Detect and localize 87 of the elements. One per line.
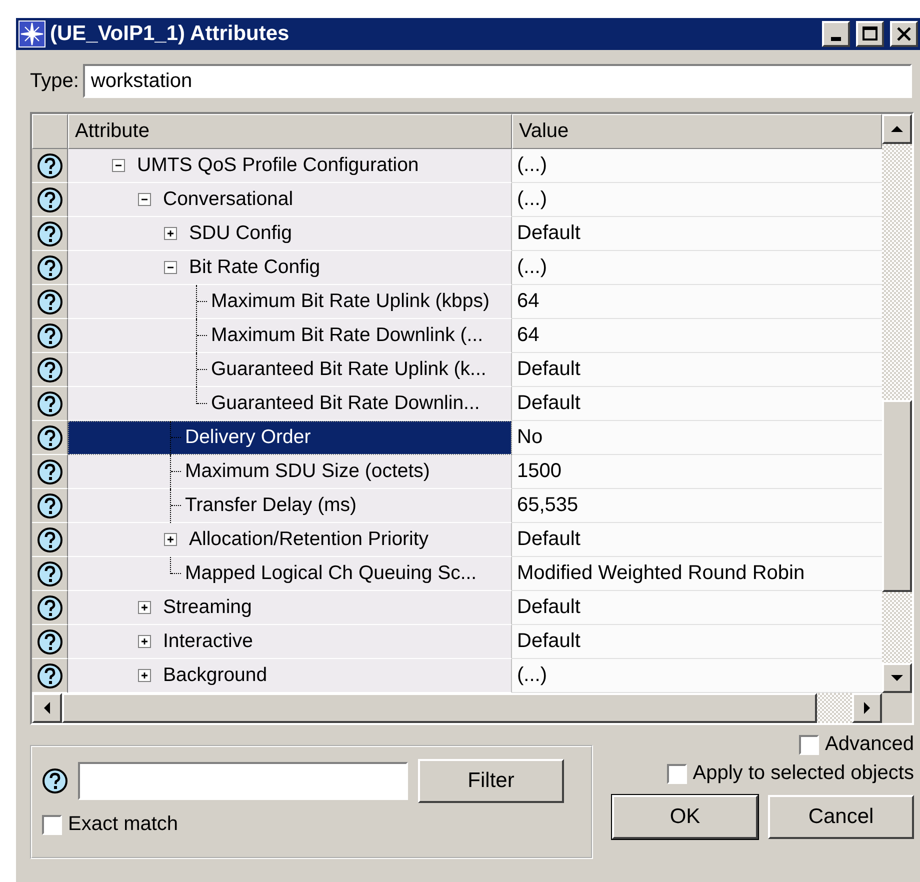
minimize-button[interactable] [822,21,850,47]
help-icon [36,288,62,314]
attribute-cell[interactable]: UMTS QoS Profile Configuration [68,149,512,183]
help-icon [36,628,62,654]
scroll-left-button[interactable] [32,693,62,723]
value-cell[interactable]: Default [512,353,882,387]
type-label: Type: [30,70,79,92]
attribute-cell[interactable]: SDU Config [68,217,512,251]
dialog-button[interactable]: OK [612,795,758,839]
column-header[interactable]: Value [512,114,882,149]
help-icon [36,458,62,484]
value-cell[interactable]: (...) [512,149,882,183]
value-cell[interactable]: (...) [512,183,882,217]
value-cell[interactable]: No [512,421,882,455]
scrollbar-corner [882,693,912,723]
help-icon [36,526,62,552]
help-icon [36,390,62,416]
value-cell[interactable]: 64 [512,285,882,319]
collapse-icon[interactable] [164,261,177,274]
attribute-cell[interactable]: Transfer Delay (ms) [68,489,512,523]
star-icon [18,20,46,48]
attribute-cell[interactable]: Maximum Bit Rate Uplink (kbps) [68,285,512,319]
maximize-button[interactable] [856,21,884,47]
value-cell[interactable]: Modified Weighted Round Robin [512,557,882,591]
left-arrow-icon [43,702,51,714]
value-cell[interactable]: (...) [512,659,882,693]
column-header[interactable]: Attribute [68,114,512,149]
value-cell[interactable]: Default [512,625,882,659]
value-cell[interactable]: 65,535 [512,489,882,523]
attribute-cell[interactable]: Bit Rate Config [68,251,512,285]
attribute-cell[interactable]: Guaranteed Bit Rate Downlin... [68,387,512,421]
advanced-checkbox[interactable]: Advanced [799,733,914,756]
maximize-icon [862,26,878,42]
attribute-cell[interactable]: Guaranteed Bit Rate Uplink (k... [68,353,512,387]
filter-button[interactable]: Filter [418,759,564,803]
help-icon [36,322,62,348]
value-cell[interactable]: Default [512,523,882,557]
value-cell[interactable]: Default [512,217,882,251]
expand-icon[interactable] [138,601,151,614]
scrollbar-thumb[interactable] [882,400,912,592]
expand-icon[interactable] [164,533,177,546]
value-cell[interactable]: Default [512,387,882,421]
close-button[interactable] [890,21,918,47]
attribute-cell[interactable]: Delivery Order [68,421,512,455]
expand-icon[interactable] [138,669,151,682]
help-icon [36,186,62,212]
help-icon [42,768,68,794]
expand-icon[interactable] [138,635,151,648]
attribute-cell[interactable]: Maximum SDU Size (octets) [68,455,512,489]
vertical-scrollbar[interactable] [882,114,912,693]
value-cell[interactable]: 64 [512,319,882,353]
attribute-cell[interactable]: Streaming [68,591,512,625]
value-cell[interactable]: (...) [512,251,882,285]
type-field[interactable]: workstation [82,64,912,98]
dialog-button[interactable]: Cancel [768,795,914,839]
filter-field[interactable] [78,762,408,800]
collapse-icon[interactable] [138,193,151,206]
help-icon [36,220,62,246]
help-icon [36,662,62,688]
down-arrow-icon [891,674,903,682]
help-icon [36,424,62,450]
attribute-cell[interactable]: Maximum Bit Rate Downlink (... [68,319,512,353]
scroll-right-button[interactable] [852,693,882,723]
help-icon [36,594,62,620]
attribute-cell[interactable]: Interactive [68,625,512,659]
right-arrow-icon [863,702,871,714]
expand-icon[interactable] [164,227,177,240]
help-icon [36,560,62,586]
up-arrow-icon [891,125,903,133]
help-icon [36,254,62,280]
attribute-cell[interactable]: Conversational [68,183,512,217]
scroll-up-button[interactable] [882,114,912,144]
exact-match-checkbox[interactable]: Exact match [42,813,581,836]
help-icon [36,356,62,382]
close-icon [896,26,912,42]
help-icon [36,152,62,178]
attribute-cell[interactable]: Mapped Logical Ch Queuing Sc... [68,557,512,591]
help-icon [36,492,62,518]
value-cell[interactable]: Default [512,591,882,625]
attribute-cell[interactable]: Allocation/Retention Priority [68,523,512,557]
window-title: (UE_VoIP1_1) Attributes [50,22,290,46]
apply-to-selected-checkbox[interactable]: Apply to selected objects [666,762,914,785]
attribute-cell[interactable]: Background [68,659,512,693]
collapse-icon[interactable] [112,159,125,172]
value-cell[interactable]: 1500 [512,455,882,489]
scroll-down-button[interactable] [882,663,912,693]
minimize-icon [831,37,841,41]
